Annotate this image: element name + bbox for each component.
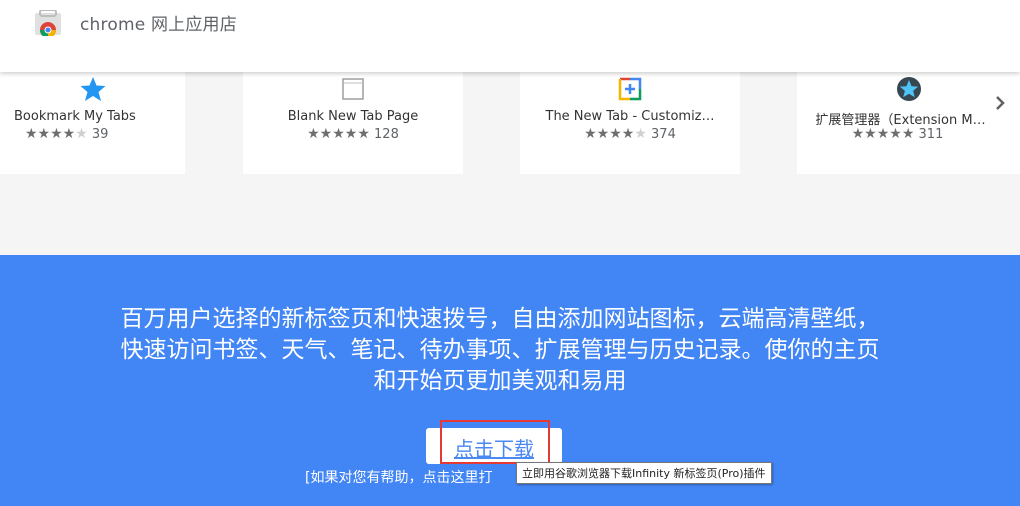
- chevron-right-icon[interactable]: [990, 90, 1010, 116]
- store-title[interactable]: chrome 网上应用店: [80, 10, 237, 35]
- google-plus-tile-icon: [618, 77, 642, 101]
- extension-card-extension-manager[interactable]: 扩展管理器（Extension M… ★★★★★ 311: [797, 72, 1020, 174]
- highlight-box: [440, 420, 550, 464]
- extension-name: The New Tab - Customiz…: [545, 109, 715, 124]
- promo-description: 百万用户选择的新标签页和快速拨号，自由添加网站图标，云端高清壁纸，快速访问书签、…: [120, 306, 880, 394]
- rating-stars: ★★★★★: [584, 126, 647, 142]
- blue-star-icon: [80, 77, 105, 101]
- extension-rating: ★★★★★ 374: [520, 126, 740, 142]
- rating-stars: ★★★★★: [307, 126, 370, 142]
- extension-card-blank-new-tab-page[interactable]: Blank New Tab Page ★★★★★ 128: [243, 72, 463, 174]
- download-tooltip: 立即用谷歌浏览器下载Infinity 新标签页(Pro)插件: [516, 462, 772, 484]
- extension-card-the-new-tab[interactable]: The New Tab - Customiz… ★★★★★ 374: [520, 72, 740, 174]
- chrome-web-store-icon[interactable]: [34, 10, 62, 36]
- rating-stars: ★★★★★: [851, 126, 915, 142]
- extension-card-bookmark-my-tabs[interactable]: Bookmark My Tabs ★★★★★ 39: [0, 72, 185, 174]
- rating-count: 311: [918, 127, 944, 142]
- extension-name: Blank New Tab Page: [287, 109, 419, 124]
- help-text[interactable]: [如果对您有帮助，点击这里打: [305, 467, 492, 487]
- store-header: chrome 网上应用店: [0, 0, 1020, 72]
- extension-rating: ★★★★★ 128: [243, 126, 463, 142]
- extension-name: Bookmark My Tabs: [14, 109, 136, 124]
- rating-stars: ★★★★★: [25, 126, 88, 142]
- extension-rating: ★★★★★ 39: [0, 126, 185, 142]
- promo-banner: 百万用户选择的新标签页和快速拨号，自由添加网站图标，云端高清壁纸，快速访问书签、…: [0, 255, 1020, 506]
- rating-count: 39: [91, 127, 109, 142]
- extensions-carousel: Bookmark My Tabs ★★★★★ 39 Blank New Tab …: [0, 72, 1020, 255]
- extension-rating: ★★★★★ 311: [797, 126, 1020, 142]
- blank-page-icon: [342, 78, 364, 100]
- rating-count: 128: [374, 127, 399, 142]
- star-badge-icon: [896, 77, 921, 101]
- rating-count: 374: [651, 127, 676, 142]
